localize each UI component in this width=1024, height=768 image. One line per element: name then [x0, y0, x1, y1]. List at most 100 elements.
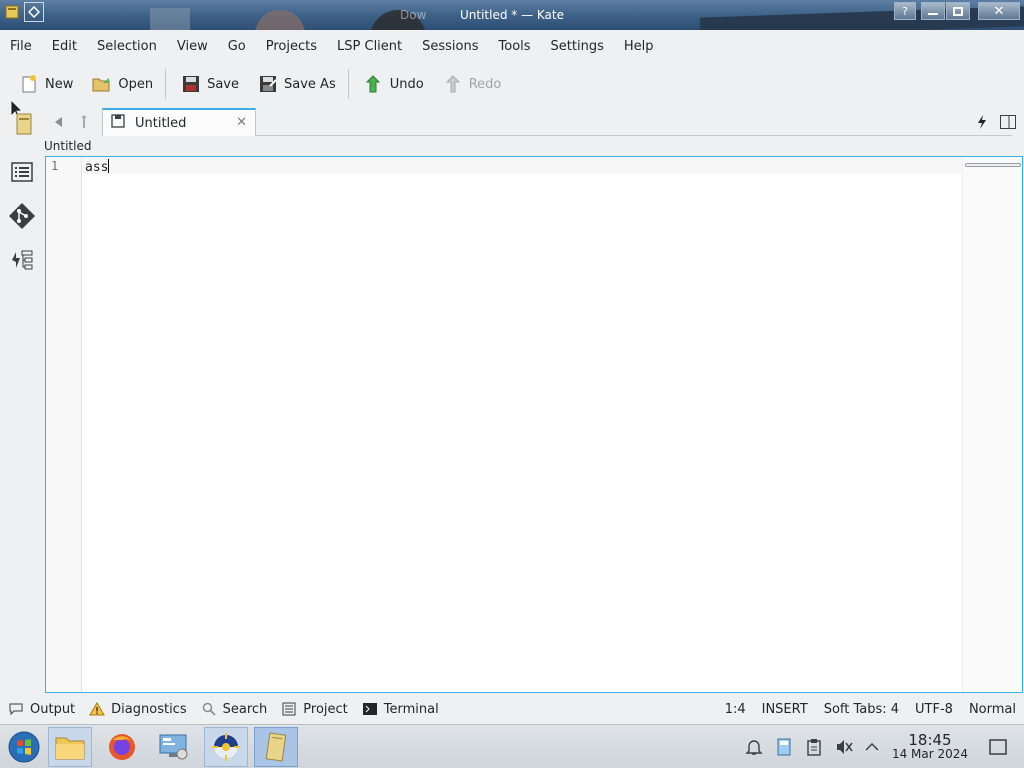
taskbar-kstars[interactable] [204, 727, 248, 767]
clock-date[interactable]: 14 Mar 2024 [886, 747, 974, 761]
search-label: Search [222, 701, 268, 717]
toolbar-separator [165, 69, 167, 99]
split-view-icon[interactable] [1000, 114, 1016, 130]
menu-help[interactable]: Help [614, 39, 664, 54]
minimap-scrollbar[interactable] [962, 157, 1022, 692]
indentation-setting[interactable]: Soft Tabs: 4 [816, 702, 907, 717]
help-button[interactable]: ? [894, 2, 916, 20]
search-button[interactable]: Search [195, 701, 274, 717]
menubar: File Edit Selection View Go Projects LSP… [0, 32, 1024, 60]
tab-bar: Untitled ✕ [44, 108, 1024, 136]
warning-icon [89, 701, 106, 717]
save-disk-icon [111, 114, 125, 132]
menu-selection[interactable]: Selection [87, 39, 167, 54]
new-button-label: New [45, 76, 74, 92]
menu-tools[interactable]: Tools [489, 39, 541, 54]
cursor-position[interactable]: 1:4 [717, 702, 754, 717]
edit-mode[interactable]: INSERT [754, 702, 816, 717]
project-icon [281, 701, 297, 717]
input-mode[interactable]: Normal [961, 702, 1024, 717]
document-name-label: Untitled [44, 139, 92, 153]
tab-close-icon[interactable]: ✕ [236, 115, 247, 130]
terminal-icon [362, 701, 378, 717]
show-desktop-icon[interactable] [988, 737, 1008, 757]
search-icon [201, 701, 217, 717]
editor-content[interactable]: ass [85, 159, 110, 175]
output-icon [8, 701, 24, 717]
notifications-bell-icon[interactable] [744, 737, 764, 757]
status-bar: 1:4 INSERT Soft Tabs: 4 UTF-8 Normal [717, 697, 1024, 721]
main-toolbar: New Open Save Save As Undo Redo [0, 64, 1024, 104]
tab-untitled[interactable]: Untitled ✕ [102, 108, 256, 136]
tab-bar-divider [256, 135, 1012, 136]
open-button-label: Open [118, 76, 154, 92]
redo-button-label: Redo [468, 76, 502, 92]
menu-sessions[interactable]: Sessions [412, 39, 488, 54]
minimize-button[interactable] [921, 2, 945, 20]
tray-expand-chevron-icon[interactable] [862, 737, 882, 757]
symbols-list-icon[interactable] [8, 158, 36, 186]
maximize-icon [953, 6, 963, 16]
save-button[interactable]: Save [174, 68, 245, 100]
tab-history-icon[interactable] [78, 114, 94, 130]
text-cursor [108, 159, 110, 173]
toolbar-separator [347, 69, 349, 99]
save-disk-icon [180, 73, 202, 95]
left-sidebar [0, 98, 44, 698]
line-number: 1 [51, 159, 59, 173]
menu-settings[interactable]: Settings [541, 39, 614, 54]
menu-view[interactable]: View [167, 39, 218, 54]
volume-muted-icon[interactable] [834, 737, 854, 757]
project-button[interactable]: Project [275, 701, 353, 717]
clipboard-icon[interactable] [804, 737, 824, 757]
bottom-toolview-bar: Output Diagnostics Search Project Termin… [0, 697, 1024, 721]
menu-file[interactable]: File [0, 39, 42, 54]
new-document-icon [18, 73, 40, 95]
text-editor[interactable]: 1 ass [45, 156, 1023, 693]
close-button[interactable]: ✕ [978, 2, 1020, 20]
save-as-button-label: Save As [284, 76, 336, 92]
undo-arrow-icon [363, 73, 385, 95]
storage-device-icon[interactable] [774, 737, 794, 757]
save-as-button[interactable]: Save As [251, 68, 342, 100]
taskbar [0, 724, 1024, 768]
menu-projects[interactable]: Projects [256, 39, 327, 54]
line-text: ass [85, 160, 109, 175]
project-tree-icon[interactable] [8, 246, 36, 274]
tab-back-icon[interactable] [50, 114, 66, 130]
taskbar-kate[interactable] [254, 727, 298, 767]
encoding-setting[interactable]: UTF-8 [907, 702, 961, 717]
menu-lsp-client[interactable]: LSP Client [327, 39, 412, 54]
window-titlebar[interactable]: Dow Untitled * — Kate ? ✕ [0, 0, 1024, 30]
taskbar-file-manager[interactable] [48, 727, 92, 767]
redo-button[interactable]: Redo [436, 68, 508, 100]
output-label: Output [30, 701, 76, 717]
diagnostics-label: Diagnostics [111, 701, 187, 717]
new-button[interactable]: New [12, 68, 79, 100]
taskbar-firefox[interactable] [100, 727, 144, 767]
current-line-highlight [83, 157, 963, 174]
start-menu-button[interactable] [2, 727, 46, 767]
maximize-button[interactable] [946, 2, 970, 20]
open-folder-icon [91, 73, 113, 95]
minimap-slider[interactable] [965, 163, 1021, 167]
line-number-gutter: 1 [46, 157, 82, 692]
save-as-icon [257, 73, 279, 95]
documents-panel-button[interactable] [8, 100, 36, 135]
undo-button[interactable]: Undo [357, 68, 430, 100]
terminal-button[interactable]: Terminal [356, 701, 445, 717]
quick-open-icon[interactable] [974, 114, 990, 130]
menu-go[interactable]: Go [218, 39, 256, 54]
menu-edit[interactable]: Edit [42, 39, 87, 54]
save-button-label: Save [207, 76, 240, 92]
project-label: Project [303, 701, 348, 717]
terminal-label: Terminal [383, 701, 439, 717]
output-button[interactable]: Output [2, 701, 81, 717]
undo-button-label: Undo [389, 76, 424, 92]
open-button[interactable]: Open [85, 68, 159, 100]
git-icon[interactable] [8, 202, 36, 230]
window-title: Untitled * — Kate [459, 8, 564, 22]
tab-label: Untitled [135, 115, 187, 131]
taskbar-system-settings[interactable] [152, 727, 196, 767]
diagnostics-button[interactable]: Diagnostics [83, 701, 192, 717]
